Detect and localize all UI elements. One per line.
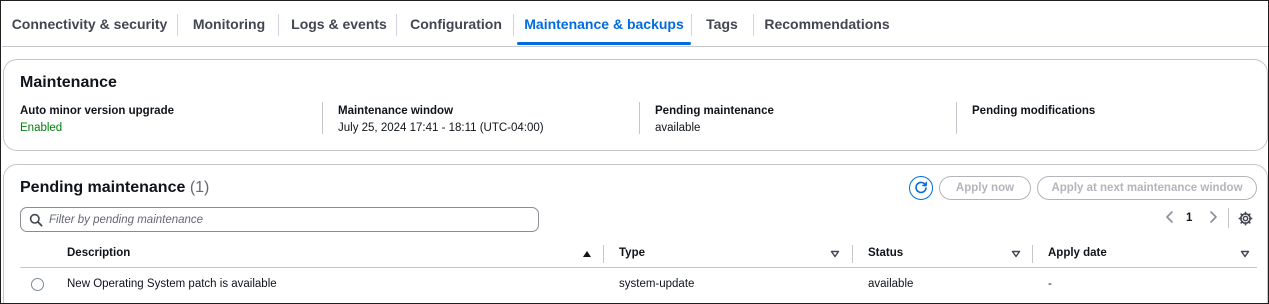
chevron-right-icon[interactable]	[1207, 210, 1219, 224]
column-header-apply-date[interactable]: Apply date	[1048, 247, 1107, 259]
pending-modifications-label: Pending modifications	[972, 105, 1096, 117]
pending-modifications-field: Pending modifications	[972, 104, 1095, 121]
maintenance-window-label: Maintenance window	[338, 105, 454, 117]
tab-maintenance-backups[interactable]: Maintenance & backups	[517, 2, 691, 46]
auto-minor-upgrade-field: Auto minor version upgrade Enabled	[20, 104, 174, 136]
tab-configuration[interactable]: Configuration	[404, 2, 508, 46]
search-input[interactable]: Filter by pending maintenance	[49, 214, 203, 226]
tab-bar: Connectivity & security Monitoring Logs …	[2, 2, 1268, 47]
auto-minor-upgrade-label: Auto minor version upgrade	[20, 105, 174, 117]
sort-caret-icon[interactable]	[1240, 250, 1250, 258]
pending-maintenance-container: Pending maintenance (1) Apply now Apply …	[3, 164, 1268, 303]
chevron-left-icon[interactable]	[1164, 210, 1176, 224]
sort-caret-icon[interactable]	[830, 250, 840, 258]
tab-recommendations[interactable]: Recommendations	[760, 2, 894, 46]
tab-divider	[177, 14, 178, 36]
rds-instance-details: Connectivity & security Monitoring Logs …	[0, 0, 1269, 304]
column-header-type[interactable]: Type	[619, 247, 645, 259]
auto-minor-upgrade-value: Enabled	[20, 122, 63, 134]
maintenance-container: Maintenance Auto minor version upgrade E…	[3, 59, 1268, 151]
pending-maintenance-value: available	[655, 122, 701, 134]
tab-divider	[396, 14, 397, 36]
maintenance-window-field: Maintenance window July 25, 2024 17:41 -…	[338, 104, 544, 136]
pending-maintenance-header: Pending maintenance (1)	[20, 179, 209, 197]
gear-icon[interactable]	[1238, 211, 1253, 226]
row-type: system-update	[619, 278, 695, 290]
tab-divider	[753, 14, 754, 36]
sort-ascending-icon[interactable]	[582, 250, 592, 258]
refresh-button[interactable]	[909, 176, 933, 200]
pending-maintenance-title: Pending maintenance	[20, 179, 186, 196]
maintenance-title: Maintenance	[20, 74, 117, 91]
active-tab-indicator	[517, 42, 691, 45]
column-header-status[interactable]: Status	[868, 247, 903, 259]
row-select-radio[interactable]	[31, 278, 44, 291]
filter-search-box[interactable]: Filter by pending maintenance	[20, 207, 539, 232]
tab-divider	[278, 14, 279, 36]
column-divider	[1032, 245, 1033, 263]
refresh-icon	[915, 181, 928, 194]
pager-divider	[1228, 208, 1229, 228]
header-divider	[20, 267, 1257, 268]
tab-monitoring[interactable]: Monitoring	[184, 2, 274, 46]
sort-caret-icon[interactable]	[1011, 250, 1021, 258]
pending-maintenance-count: (1)	[189, 179, 210, 196]
column-divider	[603, 245, 604, 263]
column-divider	[322, 102, 323, 134]
apply-now-button[interactable]: Apply now	[939, 176, 1031, 200]
tab-tags[interactable]: Tags	[696, 2, 748, 46]
tab-divider	[513, 14, 514, 36]
row-apply-date: -	[1048, 278, 1052, 290]
column-divider	[956, 102, 957, 134]
pending-maintenance-label: Pending maintenance	[655, 105, 774, 117]
tab-logs-events[interactable]: Logs & events	[285, 2, 393, 46]
row-status: available	[868, 278, 914, 290]
tab-connectivity-security[interactable]: Connectivity & security	[8, 2, 171, 46]
search-icon	[29, 213, 43, 226]
column-header-description[interactable]: Description	[67, 247, 130, 259]
maintenance-window-value: July 25, 2024 17:41 - 18:11 (UTC-04:00)	[338, 122, 544, 134]
column-divider	[852, 245, 853, 263]
pending-maintenance-field: Pending maintenance available	[655, 104, 774, 136]
column-divider	[639, 102, 640, 134]
page-number[interactable]: 1	[1186, 212, 1192, 224]
row-description: New Operating System patch is available	[67, 278, 277, 290]
apply-next-window-button[interactable]: Apply at next maintenance window	[1037, 176, 1257, 200]
tab-divider	[691, 14, 692, 36]
